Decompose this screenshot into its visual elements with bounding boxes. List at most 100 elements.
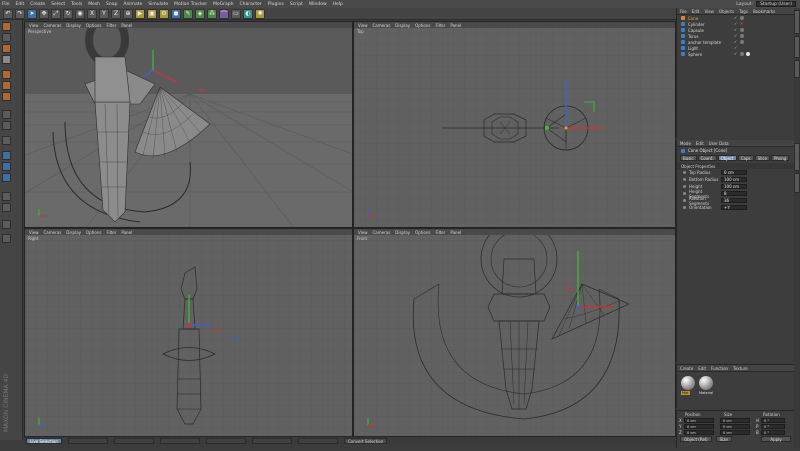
floor-icon[interactable]: ▭ [231, 8, 241, 19]
tab-slice[interactable]: Slice [754, 154, 770, 161]
subdivision-surface-icon[interactable]: ◈ [195, 8, 205, 19]
lock-workplane-icon[interactable] [2, 192, 11, 201]
menu-animate[interactable]: Animate [123, 2, 142, 7]
vp-menu-panel[interactable]: Panel [450, 230, 461, 235]
lock-z-icon[interactable]: Z [111, 8, 121, 19]
visibility-check-icon[interactable]: ✓ [734, 34, 738, 38]
size-mode-dropdown[interactable]: Size [715, 436, 732, 442]
keyframe-dot-icon[interactable] [683, 178, 686, 181]
quantize-icon[interactable] [2, 220, 11, 229]
cube-icon[interactable]: ◼ [171, 8, 181, 19]
vp-menu-display[interactable]: Display [66, 230, 81, 235]
am-menu-mode[interactable]: Mode [680, 141, 691, 146]
planar-workplane-icon[interactable] [2, 203, 11, 212]
tab-basic[interactable]: Basic [680, 154, 697, 161]
phong-tag-icon[interactable] [740, 16, 744, 20]
size-z-field[interactable]: 0 cm [720, 429, 750, 435]
position-y-field[interactable]: 0 cm [684, 423, 714, 429]
orientation-dropdown[interactable]: +Y [721, 205, 747, 210]
render-picture-viewer-icon[interactable]: ▣ [147, 8, 157, 19]
vp-menu-options[interactable]: Options [415, 230, 430, 235]
visibility-check-icon[interactable]: ✓ [734, 52, 738, 56]
side-tab-content-browser[interactable] [794, 36, 800, 58]
pen-spline-icon[interactable]: ✎ [183, 8, 193, 19]
menu-simulate[interactable]: Simulate [148, 2, 168, 7]
mm-menu-texture[interactable]: Texture [733, 366, 748, 371]
viewport-right[interactable]: View Cameras Display Options Filter Pane… [24, 228, 353, 437]
menu-file[interactable]: File [2, 2, 10, 7]
mm-menu-edit[interactable]: Edit [698, 366, 706, 371]
light-icon[interactable]: ✺ [255, 8, 265, 19]
bend-deformer-icon[interactable]: ⌒ [219, 8, 229, 19]
apply-button[interactable]: Apply [761, 436, 791, 442]
vp-menu-cameras[interactable]: Cameras [373, 23, 391, 28]
phong-tag-icon[interactable] [740, 34, 744, 38]
menu-help[interactable]: Help [333, 2, 343, 7]
array-icon[interactable]: ⁂ [207, 8, 217, 19]
recent-tools-icon[interactable]: ◉ [75, 8, 85, 19]
vp-menu-cameras[interactable]: Cameras [373, 230, 391, 235]
vp-menu-panel[interactable]: Panel [121, 23, 132, 28]
select-tool-icon[interactable]: ➤ [27, 8, 37, 19]
polygons-mode-icon[interactable] [2, 92, 11, 101]
prop-value-field[interactable]: 0 cm [721, 170, 747, 175]
keyframe-dot-icon[interactable] [683, 185, 686, 188]
coordinate-system-icon[interactable]: ⊕ [123, 8, 133, 19]
vp-menu-options[interactable]: Options [86, 230, 101, 235]
menu-edit[interactable]: Edit [16, 2, 25, 7]
om-menu-objects[interactable]: Objects [719, 9, 734, 14]
viewport-top[interactable]: View Cameras Display Options Filter Pane… [353, 21, 676, 228]
side-tab-attributes[interactable] [794, 143, 800, 171]
tweak-mode-icon[interactable] [2, 121, 11, 130]
vp-menu-display[interactable]: Display [395, 23, 410, 28]
phong-tag-icon[interactable] [740, 28, 744, 32]
vp-menu-cameras[interactable]: Cameras [44, 230, 62, 235]
menu-window[interactable]: Window [309, 2, 327, 7]
texture-mode-icon[interactable] [2, 44, 11, 53]
mm-menu-create[interactable]: Create [680, 366, 693, 371]
vp-menu-cameras[interactable]: Cameras [44, 23, 62, 28]
keyframe-dot-icon[interactable] [683, 199, 686, 202]
keyframe-dot-icon[interactable] [683, 206, 686, 209]
visibility-check-icon[interactable]: ✓ [734, 22, 738, 26]
menu-character[interactable]: Character [240, 2, 262, 7]
vp-menu-view[interactable]: View [358, 230, 368, 235]
vp-menu-filter[interactable]: Filter [106, 230, 116, 235]
visibility-check-icon[interactable]: ✓ [734, 40, 738, 44]
lock-y-icon[interactable]: Y [99, 8, 109, 19]
vp-menu-view[interactable]: View [29, 23, 39, 28]
om-menu-view[interactable]: View [704, 9, 714, 14]
tab-coord[interactable]: Coord. [697, 154, 717, 161]
visibility-check-icon[interactable]: ✓ [734, 46, 738, 50]
menu-mesh[interactable]: Mesh [88, 2, 100, 7]
make-editable-icon[interactable] [2, 22, 11, 31]
snap-icon[interactable] [2, 151, 11, 160]
viewport-front[interactable]: View Cameras Display Options Filter Pane… [353, 228, 676, 437]
visibility-check-icon[interactable]: ✓ [734, 16, 738, 20]
camera-icon[interactable]: ◐ [243, 8, 253, 19]
coordinate-mode-dropdown[interactable]: Object (Rel) [680, 436, 712, 442]
visibility-check-icon[interactable]: ✓ [734, 28, 738, 32]
side-tab-objects[interactable] [794, 10, 800, 34]
disabled-x-icon[interactable]: ✕ [740, 22, 744, 26]
points-mode-icon[interactable] [2, 70, 11, 79]
menu-plugins[interactable]: Plugins [268, 2, 284, 7]
render-view-icon[interactable]: ▶ [135, 8, 145, 19]
rotate-tool-icon[interactable]: ↻ [63, 8, 73, 19]
rotation-h-field[interactable]: 0 ° [761, 417, 785, 423]
sculpt-icon[interactable] [2, 173, 11, 182]
keyframe-dot-icon[interactable] [683, 171, 686, 174]
prop-value-field[interactable]: 36 [721, 198, 747, 203]
menu-select[interactable]: Select [51, 2, 65, 7]
material-swatch-mat[interactable] [681, 376, 695, 390]
om-menu-file[interactable]: File [680, 9, 687, 14]
move-tool-icon[interactable]: ✥ [39, 8, 49, 19]
scale-tool-icon[interactable]: ⤢ [51, 8, 61, 19]
menu-mograph[interactable]: MoGraph [213, 2, 233, 7]
side-tab-structure[interactable] [794, 60, 800, 78]
vp-menu-filter[interactable]: Filter [435, 230, 445, 235]
vp-menu-panel[interactable]: Panel [450, 23, 461, 28]
menu-tools[interactable]: Tools [71, 2, 82, 7]
model-mode-icon[interactable] [2, 33, 11, 42]
edges-mode-icon[interactable] [2, 81, 11, 90]
